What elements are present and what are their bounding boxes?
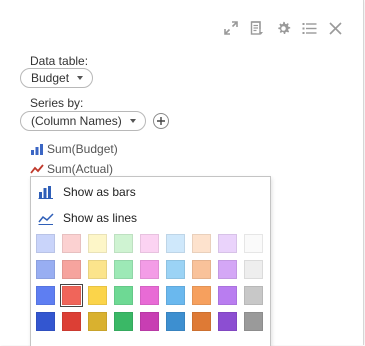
bar-chart-icon bbox=[31, 144, 43, 155]
series-item-actual[interactable]: Sum(Actual) bbox=[30, 162, 113, 176]
color-swatch[interactable] bbox=[244, 260, 263, 279]
plus-icon bbox=[157, 117, 165, 125]
color-swatch[interactable] bbox=[218, 234, 237, 253]
properties-panel: Data table: Budget Series by: (Column Na… bbox=[0, 0, 364, 346]
expand-icon[interactable] bbox=[223, 20, 239, 36]
series-by-value: (Column Names) bbox=[31, 114, 122, 128]
color-swatch[interactable] bbox=[88, 260, 107, 279]
series-label: Sum(Budget) bbox=[47, 142, 118, 156]
list-icon[interactable] bbox=[301, 20, 317, 36]
series-label: Sum(Actual) bbox=[47, 162, 114, 176]
panel-toolbar bbox=[223, 20, 343, 36]
data-table-dropdown[interactable]: Budget bbox=[20, 68, 94, 88]
color-swatch[interactable] bbox=[36, 312, 55, 331]
bar-chart-icon bbox=[38, 186, 53, 199]
color-swatch[interactable] bbox=[218, 286, 237, 305]
color-swatch[interactable] bbox=[36, 234, 55, 253]
color-swatch[interactable] bbox=[88, 234, 107, 253]
color-swatch[interactable] bbox=[166, 312, 185, 331]
menu-item-show-as-lines[interactable]: Show as lines bbox=[38, 211, 137, 225]
color-swatch[interactable] bbox=[36, 260, 55, 279]
line-chart-icon bbox=[30, 164, 44, 174]
menu-item-show-as-bars[interactable]: Show as bars bbox=[38, 185, 136, 199]
color-swatch[interactable] bbox=[166, 234, 185, 253]
color-swatch[interactable] bbox=[140, 312, 159, 331]
chevron-down-icon bbox=[77, 76, 84, 80]
color-swatch[interactable] bbox=[36, 286, 55, 305]
color-swatch[interactable] bbox=[244, 312, 263, 331]
color-swatch[interactable] bbox=[192, 286, 211, 305]
menu-item-label: Show as lines bbox=[63, 211, 138, 225]
color-swatch[interactable] bbox=[88, 312, 107, 331]
color-swatch[interactable] bbox=[140, 234, 159, 253]
gear-icon[interactable] bbox=[275, 20, 291, 36]
color-swatch[interactable] bbox=[192, 234, 211, 253]
series-item-budget[interactable]: Sum(Budget) bbox=[30, 142, 118, 156]
color-swatch[interactable] bbox=[166, 286, 185, 305]
data-table-label: Data table: bbox=[30, 54, 89, 68]
data-icon[interactable] bbox=[249, 20, 265, 36]
color-swatch[interactable] bbox=[192, 312, 211, 331]
color-swatch[interactable] bbox=[140, 286, 159, 305]
color-swatch[interactable] bbox=[88, 286, 107, 305]
color-swatch[interactable] bbox=[114, 312, 133, 331]
color-swatch[interactable] bbox=[62, 234, 81, 253]
color-swatch[interactable] bbox=[166, 260, 185, 279]
color-swatch[interactable] bbox=[140, 260, 159, 279]
color-swatch[interactable] bbox=[114, 286, 133, 305]
chevron-down-icon bbox=[129, 119, 136, 123]
color-swatch[interactable] bbox=[60, 284, 83, 307]
menu-item-label: Show as bars bbox=[63, 185, 136, 199]
series-by-label: Series by: bbox=[30, 96, 84, 110]
color-swatch[interactable] bbox=[244, 234, 263, 253]
color-swatch[interactable] bbox=[114, 260, 133, 279]
series-style-menu: Show as bars Show as lines bbox=[30, 176, 271, 346]
color-swatch[interactable] bbox=[114, 234, 133, 253]
series-by-dropdown[interactable]: (Column Names) bbox=[20, 111, 146, 131]
color-swatch[interactable] bbox=[62, 312, 81, 331]
data-table-value: Budget bbox=[31, 71, 70, 85]
close-icon[interactable] bbox=[327, 20, 343, 36]
color-swatch[interactable] bbox=[192, 260, 211, 279]
color-swatch[interactable] bbox=[218, 260, 237, 279]
color-swatch[interactable] bbox=[244, 286, 263, 305]
line-chart-icon bbox=[38, 213, 54, 225]
color-swatch[interactable] bbox=[62, 260, 81, 279]
add-series-button[interactable] bbox=[153, 113, 169, 129]
color-swatch[interactable] bbox=[218, 312, 237, 331]
